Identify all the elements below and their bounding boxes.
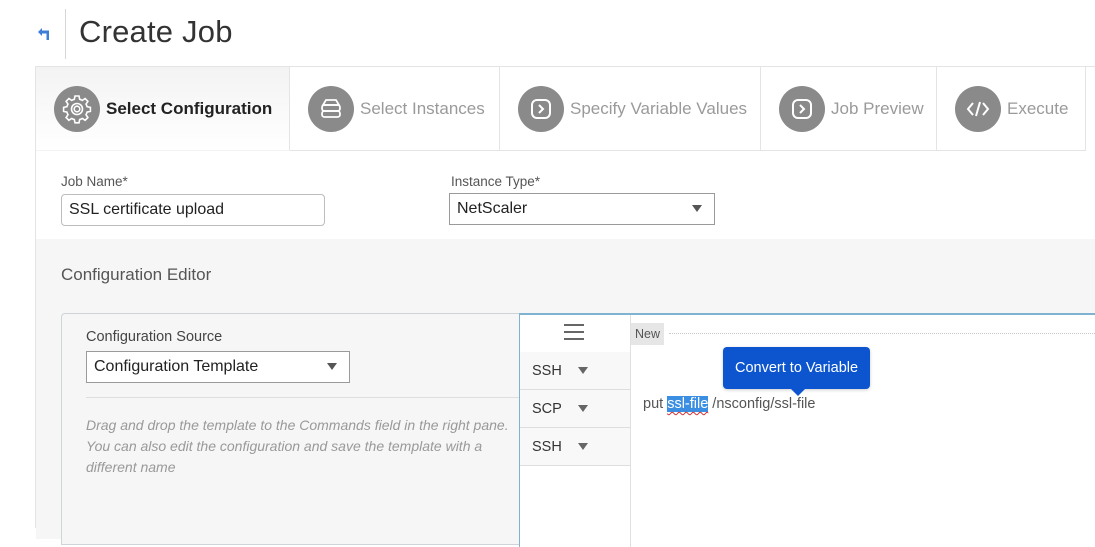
server-stack-icon	[308, 85, 354, 132]
header-divider	[65, 9, 66, 59]
selected-text[interactable]: ssl-file	[667, 396, 709, 412]
protocol-select[interactable]: SSH	[520, 352, 630, 390]
chevron-right-box-icon	[518, 85, 564, 132]
configuration-editor-section: Configuration Editor Configuration Sourc…	[36, 239, 1095, 547]
back-arrow-icon	[38, 28, 49, 40]
instance-type-label: Instance Type*	[451, 174, 541, 189]
command-line[interactable]: put ssl-file /nsconfig/ssl-file	[643, 396, 815, 412]
job-name-label: Job Name*	[61, 174, 128, 189]
dotted-separator	[669, 333, 1095, 334]
code-icon	[955, 85, 1001, 132]
protocol-column: SSH SCP SSH	[520, 315, 631, 547]
tab-label: Specify Variable Values	[570, 98, 748, 118]
chevron-down-icon	[692, 205, 702, 212]
tab-select-instances[interactable]: Select Instances	[290, 67, 500, 151]
chevron-right-box-icon	[779, 85, 825, 132]
hamburger-menu-icon[interactable]	[564, 324, 584, 340]
commands-column: New put ssl-file /nsconfig/ssl-file Conv…	[631, 315, 1095, 547]
protocol-value: SCP	[532, 400, 562, 417]
tab-execute[interactable]: Execute	[937, 67, 1086, 151]
command-suffix: /nsconfig/ssl-file	[708, 396, 816, 412]
create-job-card: Select Configuration Select Instances Sp…	[35, 66, 1095, 547]
tab-job-preview[interactable]: Job Preview	[761, 67, 937, 151]
protocol-select[interactable]: SSH	[520, 428, 630, 466]
chevron-down-icon	[578, 367, 588, 374]
back-button[interactable]	[34, 24, 54, 44]
configuration-editor-panel: Configuration Source Configuration Templ…	[61, 313, 1095, 547]
tab-select-configuration[interactable]: Select Configuration	[36, 67, 290, 151]
chevron-down-icon	[578, 405, 588, 412]
new-badge: New	[631, 323, 665, 345]
configuration-source-label: Configuration Source	[86, 329, 223, 345]
protocol-value: SSH	[532, 362, 562, 379]
protocol-value: SSH	[532, 438, 562, 455]
convert-to-variable-button[interactable]: Convert to Variable	[723, 347, 871, 396]
instance-type-value: NetScaler	[457, 200, 528, 217]
page-header: Create Job	[0, 0, 1095, 66]
tab-label: Select Configuration	[106, 98, 273, 118]
divider	[86, 397, 519, 398]
tab-label: Select Instances	[360, 98, 485, 118]
page-title: Create Job	[79, 14, 233, 49]
configuration-source-value: Configuration Template	[94, 358, 259, 375]
protocol-select[interactable]: SCP	[520, 390, 630, 428]
drag-drop-hint: Drag and drop the template to the Comman…	[86, 417, 509, 475]
job-name-input[interactable]	[61, 194, 325, 226]
job-details-form: Job Name* Instance Type* NetScaler	[36, 151, 1095, 240]
chevron-down-icon	[327, 363, 337, 370]
configuration-source-select[interactable]: Configuration Template	[86, 351, 350, 383]
section-title: Configuration Editor	[61, 265, 212, 284]
tab-label: Job Preview	[831, 98, 924, 118]
gear-icon	[54, 85, 100, 132]
tab-specify-variable-values[interactable]: Specify Variable Values	[500, 67, 761, 151]
command-prefix: put	[643, 396, 668, 412]
chevron-down-icon	[578, 443, 588, 450]
instance-type-select[interactable]: NetScaler	[449, 193, 715, 225]
wizard-steps: Select Configuration Select Instances Sp…	[36, 67, 1095, 151]
tab-label: Execute	[1007, 98, 1069, 118]
